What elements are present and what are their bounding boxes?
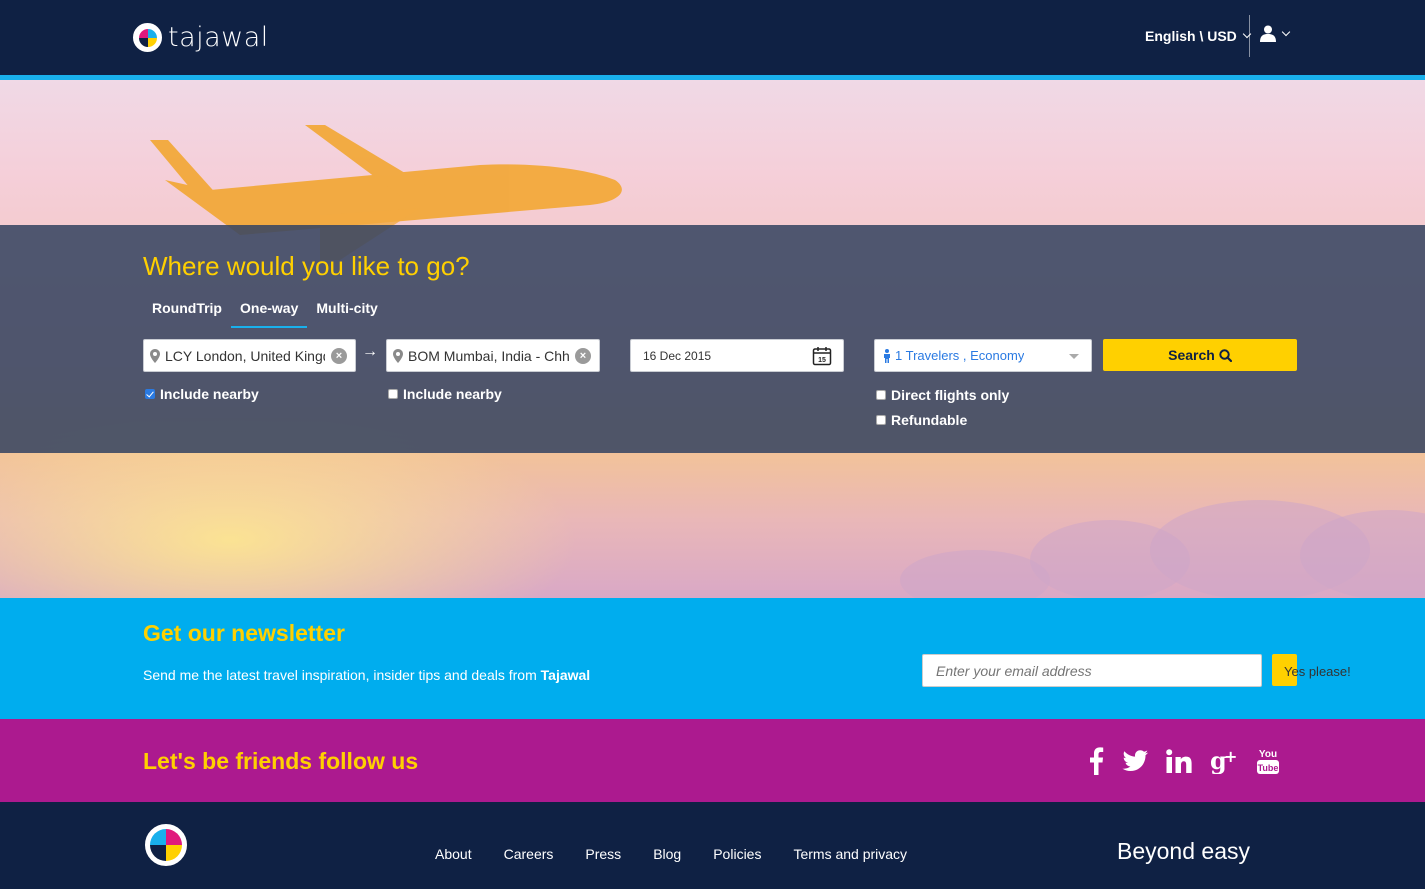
- footer-logo-icon[interactable]: [145, 824, 187, 866]
- search-button-label: Search: [1168, 347, 1215, 363]
- site-footer: About Careers Press Blog Policies Terms …: [0, 802, 1425, 889]
- newsletter-subtitle-text: Send me the latest travel inspiration, i…: [143, 667, 541, 683]
- footer-nav: About Careers Press Blog Policies Terms …: [435, 846, 907, 862]
- footer-tagline: Beyond easy: [1117, 838, 1250, 864]
- youtube-icon[interactable]: You Tube: [1256, 747, 1280, 775]
- clear-origin-icon[interactable]: ×: [331, 348, 347, 364]
- newsletter-section: Get our newsletter Send me the latest tr…: [0, 598, 1425, 719]
- chevron-down-icon: [1281, 27, 1291, 36]
- newsletter-brand: Tajawal: [540, 667, 591, 683]
- newsletter-submit-label[interactable]: Yes please!: [1284, 664, 1351, 679]
- newsletter-subtitle: Send me the latest travel inspiration, i…: [143, 667, 590, 683]
- brand-name: tajawal: [168, 22, 269, 53]
- twitter-icon[interactable]: [1122, 750, 1148, 772]
- dropdown-caret-icon: [1069, 354, 1079, 359]
- user-menu[interactable]: [1260, 25, 1291, 42]
- date-value: 16 Dec 2015: [643, 348, 712, 363]
- svg-text:+: +: [1224, 748, 1237, 766]
- newsletter-email-input[interactable]: [922, 654, 1262, 687]
- linkedin-icon[interactable]: [1166, 749, 1192, 773]
- language-currency-label: English \ USD: [1145, 28, 1237, 44]
- destination-input[interactable]: BOM Mumbai, India - Chhatrapati ×: [386, 339, 600, 372]
- calendar-icon[interactable]: 15: [812, 346, 832, 366]
- tab-multi-city[interactable]: Multi-city: [307, 298, 386, 328]
- direct-flights-label: Direct flights only: [891, 387, 1010, 403]
- footer-link-careers[interactable]: Careers: [504, 846, 554, 862]
- user-icon: [1260, 25, 1276, 42]
- person-icon: [884, 348, 890, 363]
- origin-value: LCY London, United Kingdom: [165, 347, 325, 364]
- footer-link-blog[interactable]: Blog: [653, 846, 681, 862]
- direct-flights-checkbox[interactable]: Direct flights only: [876, 387, 1009, 403]
- origin-include-nearby[interactable]: Include nearby: [145, 386, 259, 402]
- destination-include-nearby[interactable]: Include nearby: [388, 386, 502, 402]
- footer-link-about[interactable]: About: [435, 846, 472, 862]
- language-currency-selector[interactable]: English \ USD: [1145, 28, 1252, 44]
- header-divider: [1249, 15, 1250, 57]
- social-section: Let's be friends follow us g + You Tube: [0, 719, 1425, 802]
- date-input[interactable]: 16 Dec 2015 15: [630, 339, 844, 372]
- logo-mark-icon: [133, 23, 162, 52]
- travelers-value: 1 Travelers , Economy: [895, 348, 1025, 363]
- social-icons: g + You Tube: [1088, 747, 1280, 775]
- checkbox-checked[interactable]: [145, 389, 155, 399]
- origin-include-nearby-label: Include nearby: [160, 386, 259, 402]
- clear-destination-icon[interactable]: ×: [575, 348, 591, 364]
- checkbox-unchecked[interactable]: [876, 415, 886, 425]
- newsletter-title: Get our newsletter: [143, 620, 345, 646]
- travelers-select[interactable]: 1 Travelers , Economy: [874, 339, 1092, 372]
- footer-link-policies[interactable]: Policies: [713, 846, 761, 862]
- location-pin-icon: [150, 348, 160, 363]
- social-title: Let's be friends follow us: [143, 748, 419, 774]
- footer-link-press[interactable]: Press: [585, 846, 621, 862]
- search-panel: Where would you like to go? RoundTrip On…: [0, 225, 1425, 453]
- search-icon: [1219, 348, 1232, 362]
- tab-one-way[interactable]: One-way: [231, 298, 308, 328]
- checkbox-unchecked[interactable]: [388, 389, 398, 399]
- search-title: Where would you like to go?: [143, 251, 470, 281]
- facebook-icon[interactable]: [1088, 747, 1104, 775]
- origin-input[interactable]: LCY London, United Kingdom ×: [143, 339, 356, 372]
- site-header: tajawal English \ USD: [0, 0, 1425, 76]
- trip-type-tabs: RoundTrip One-way Multi-city: [143, 298, 387, 328]
- tab-roundtrip[interactable]: RoundTrip: [143, 298, 231, 328]
- location-pin-icon: [393, 348, 403, 363]
- arrow-right-icon: →: [362, 343, 378, 360]
- cloud: [900, 550, 1050, 598]
- search-button[interactable]: Search: [1103, 339, 1297, 371]
- hero-banner: Where would you like to go? RoundTrip On…: [0, 80, 1425, 598]
- destination-value: BOM Mumbai, India - Chhatrapati: [408, 347, 569, 364]
- footer-link-terms[interactable]: Terms and privacy: [793, 846, 907, 862]
- destination-include-nearby-label: Include nearby: [403, 386, 502, 402]
- google-plus-icon[interactable]: g +: [1210, 748, 1238, 774]
- youtube-bottom-text: Tube: [1258, 763, 1279, 773]
- refundable-checkbox[interactable]: Refundable: [876, 412, 967, 428]
- youtube-top-text: You: [1259, 749, 1277, 760]
- brand-logo[interactable]: tajawal: [133, 22, 269, 53]
- checkbox-unchecked[interactable]: [876, 390, 886, 400]
- refundable-label: Refundable: [891, 412, 968, 428]
- calendar-day: 15: [818, 357, 826, 364]
